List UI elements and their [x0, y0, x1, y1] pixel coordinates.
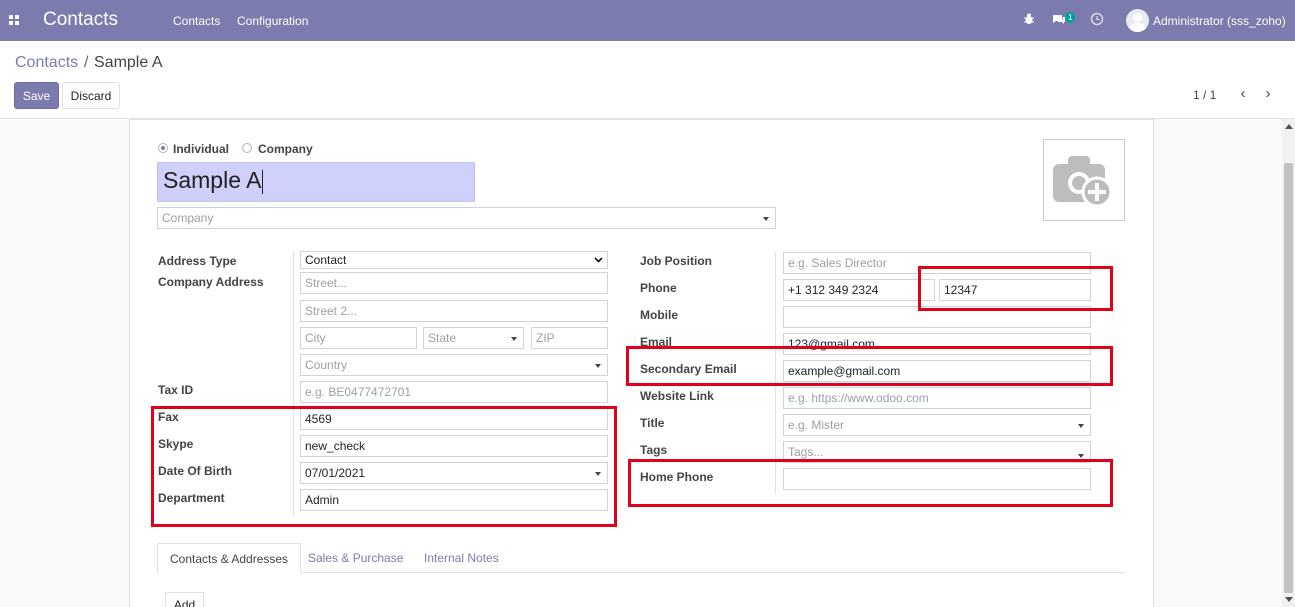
mobile-label: Mobile — [640, 308, 678, 322]
user-avatar[interactable] — [1126, 9, 1149, 32]
radio-company[interactable] — [242, 143, 252, 153]
app-brand[interactable]: Contacts — [43, 9, 118, 31]
discard-button[interactable]: Discard — [62, 82, 120, 109]
user-menu[interactable]: Administrator (sss_zoho) — [1153, 14, 1286, 28]
notebook-tabs: Contacts & Addresses Sales & Purchase In… — [157, 543, 1125, 574]
highlight-box-phone-extension — [918, 266, 1113, 311]
highlight-box-secondary-email — [626, 346, 1113, 386]
company-address-label: Company Address — [158, 275, 264, 289]
control-panel: Contacts / Sample A Save Discard 1 / 1 ‹… — [0, 41, 1295, 119]
radio-company-label[interactable]: Company — [258, 142, 313, 156]
breadcrumb-current: Sample A — [94, 54, 163, 71]
website-link-label: Website Link — [640, 389, 714, 403]
website-link-input[interactable]: e.g. https://www.odoo.com — [783, 387, 1091, 409]
contact-image[interactable] — [1043, 139, 1125, 221]
radio-individual-label[interactable]: Individual — [173, 142, 229, 156]
address-type-select[interactable]: Contact — [300, 251, 608, 269]
tab-sales-purchase[interactable]: Sales & Purchase — [296, 543, 415, 574]
page-scrollbar[interactable] — [1282, 119, 1295, 607]
clock-icon[interactable] — [1090, 12, 1104, 26]
phone-label: Phone — [640, 281, 677, 295]
scroll-up-icon[interactable] — [1285, 124, 1293, 129]
tax-id-label: Tax ID — [158, 383, 194, 397]
address-type-label: Address Type — [158, 254, 237, 268]
breadcrumb-contacts[interactable]: Contacts — [15, 54, 78, 72]
tab-contacts-addresses[interactable]: Contacts & Addresses — [157, 543, 302, 574]
camera-plus-icon — [1053, 156, 1113, 208]
chat-icon[interactable] — [1052, 12, 1066, 26]
scroll-thumb[interactable] — [1284, 163, 1293, 593]
pager-previous-icon[interactable]: ‹ — [1235, 85, 1251, 103]
contact-name-input[interactable]: Sample A — [157, 162, 475, 202]
apps-icon[interactable] — [9, 15, 20, 26]
form-sheet: Individual Company Sample A Company Addr… — [129, 119, 1154, 607]
scroll-down-icon[interactable] — [1285, 597, 1293, 602]
zip-input[interactable]: ZIP — [531, 327, 608, 349]
chevron-down-icon — [594, 257, 603, 263]
highlight-box-home-phone — [628, 459, 1113, 507]
street2-input[interactable]: Street 2... — [300, 300, 608, 322]
menu-contacts[interactable]: Contacts — [173, 14, 220, 28]
form-content: Individual Company Sample A Company Addr… — [0, 119, 1295, 607]
country-select[interactable]: Country — [300, 354, 608, 376]
title-select[interactable]: e.g. Mister — [783, 414, 1091, 436]
save-button[interactable]: Save — [14, 82, 59, 109]
pager-value[interactable]: 1 / 1 — [1193, 88, 1216, 102]
top-navbar: Contacts Contacts Configuration 1 Admini… — [0, 0, 1295, 41]
message-count-badge: 1 — [1065, 12, 1076, 23]
job-position-label: Job Position — [640, 254, 712, 268]
state-select[interactable]: State — [423, 327, 524, 349]
city-input[interactable]: City — [300, 327, 417, 349]
bug-icon[interactable] — [1022, 12, 1036, 26]
street-input[interactable]: Street... — [300, 272, 608, 294]
tax-id-input[interactable]: e.g. BE0477472701 — [300, 381, 608, 403]
tags-label: Tags — [640, 443, 668, 457]
company-select[interactable]: Company — [157, 207, 776, 229]
phone-input[interactable]: +1 312 349 2324 — [783, 279, 935, 301]
menu-configuration[interactable]: Configuration — [237, 14, 308, 28]
highlight-box-left-fields — [151, 406, 617, 527]
title-label: Title — [640, 416, 665, 430]
add-contact-button[interactable]: Add — [165, 592, 204, 607]
radio-individual[interactable] — [158, 143, 168, 153]
pager-next-icon[interactable]: › — [1260, 85, 1276, 103]
tab-internal-notes[interactable]: Internal Notes — [412, 543, 511, 574]
breadcrumb-separator: / — [84, 54, 89, 71]
